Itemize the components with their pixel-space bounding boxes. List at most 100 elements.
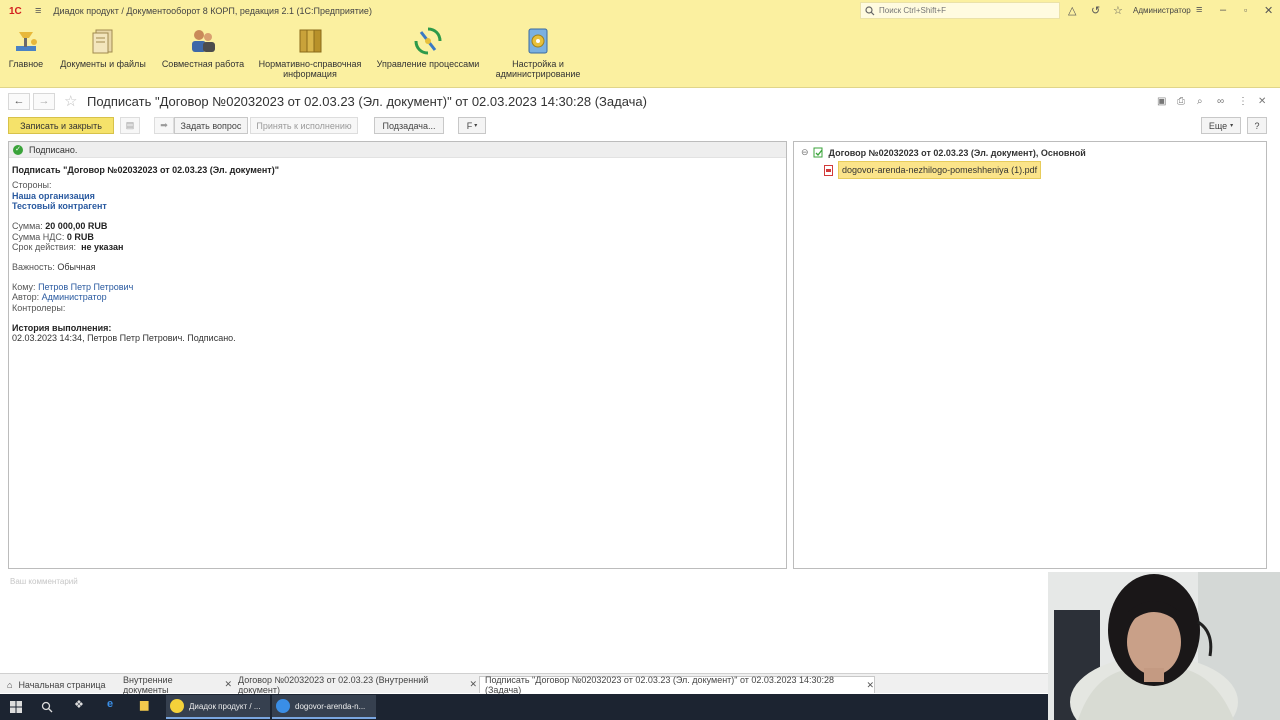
- sections-panel: Главное Документы и файлы Совместная раб…: [0, 22, 1280, 88]
- document-tree-node[interactable]: ⊖ Договор №02032023 от 02.03.23 (Эл. док…: [801, 147, 1086, 158]
- current-user[interactable]: Администратор: [1133, 6, 1191, 15]
- accept-button[interactable]: Принять к исполнению: [250, 117, 358, 134]
- section-admin[interactable]: Настройка и администрирование: [490, 26, 586, 79]
- back-button[interactable]: ←: [8, 93, 30, 110]
- task-view-icon[interactable]: ❖: [74, 698, 84, 711]
- section-documents[interactable]: Документы и файлы: [60, 26, 146, 69]
- section-label: Управление процессами: [376, 59, 480, 69]
- settings-admin-icon: [528, 28, 548, 54]
- search-icon: [865, 5, 875, 15]
- importance-value: Обычная: [57, 262, 96, 273]
- close-form-icon[interactable]: ✕: [1258, 96, 1266, 107]
- processes-icon: [414, 27, 442, 55]
- section-reference[interactable]: Нормативно-справочная информация: [258, 26, 362, 79]
- webcam-overlay: [1048, 572, 1280, 720]
- os-taskbar: ❖ e ▆ Диадок продукт / ... dogovor-arend…: [0, 694, 1048, 720]
- document-link-icon: [813, 147, 823, 158]
- favorite-star-icon[interactable]: ☆: [64, 92, 77, 110]
- more-label: Еще: [1208, 120, 1228, 131]
- more-button[interactable]: Еще ▾: [1201, 117, 1241, 134]
- close-tab-icon[interactable]: ✕: [866, 680, 874, 691]
- link-icon[interactable]: ∞: [1217, 96, 1224, 107]
- chevron-down-icon: ▾: [1230, 123, 1234, 129]
- parties-label: Стороны:: [12, 180, 52, 191]
- to-label: Кому:: [12, 282, 36, 293]
- help-button[interactable]: ?: [1247, 117, 1267, 134]
- window-tab-label: Внутренние документы: [123, 674, 173, 695]
- print-icon[interactable]: ⎙: [1177, 96, 1185, 107]
- browser-app-icon: [276, 699, 290, 713]
- section-main[interactable]: Главное: [6, 26, 46, 69]
- history-entry: 02.03.2023 14:34, Петров Петр Петрович. …: [12, 333, 236, 344]
- task-details-pane: ✓ Подписано. Подписать "Договор №0203202…: [8, 141, 787, 569]
- find-icon[interactable]: ⌕: [1197, 96, 1203, 107]
- section-processes[interactable]: Управление процессами: [376, 26, 480, 69]
- open-windows-bar: ⌂ Начальная страница Внутренние документ…: [0, 673, 1048, 695]
- 1c-app-icon: [170, 699, 184, 713]
- more-vertical-icon[interactable]: ⋮: [1238, 96, 1248, 107]
- subtask-button[interactable]: Подзадача...: [374, 117, 444, 134]
- taskbar-app-browser[interactable]: dogovor-arenda-n...: [272, 695, 376, 719]
- maximize-icon[interactable]: ▫: [1244, 5, 1247, 15]
- vat-line: Сумма НДС: 0 RUB: [12, 232, 786, 242]
- window-tab-label: Подписать "Договор №02032023 от 02.03.23…: [485, 675, 834, 695]
- importance-label: Важность:: [12, 262, 55, 273]
- forward-button[interactable]: →: [33, 93, 55, 110]
- window-tab-contract[interactable]: Договор №02032023 от 02.03.23 (Внутренни…: [233, 675, 477, 695]
- party-link[interactable]: Тестовый контрагент: [12, 201, 786, 211]
- author-label: Автор:: [12, 292, 40, 303]
- presenter-video-image: [1048, 572, 1280, 720]
- history-label: История выполнения:: [12, 322, 112, 333]
- attached-file-name[interactable]: dogovor-arenda-nezhilogo-pomeshheniya (1…: [838, 161, 1042, 179]
- window-tab-sign-task[interactable]: Подписать "Договор №02032023 от 02.03.23…: [479, 675, 875, 695]
- arrow-right-icon: ➡: [160, 120, 168, 130]
- save-icon[interactable]: ▣: [1157, 96, 1166, 107]
- file-explorer-icon[interactable]: ▆: [140, 698, 148, 711]
- search-icon[interactable]: [41, 701, 53, 713]
- section-label: Настройка и администрирование: [495, 59, 581, 79]
- close-tab-icon[interactable]: ✕: [469, 679, 477, 690]
- edge-browser-icon[interactable]: e: [107, 698, 113, 710]
- section-collaboration[interactable]: Совместная работа: [160, 26, 246, 69]
- close-tab-icon[interactable]: ✕: [224, 679, 232, 690]
- window-tab-internal-docs[interactable]: Внутренние документы ✕: [118, 674, 232, 695]
- main-menu-icon[interactable]: ≡: [35, 5, 41, 17]
- form-header: ← → ☆ Подписать "Договор №02032023 от 02…: [0, 89, 1280, 115]
- party-link[interactable]: Наша организация: [12, 191, 786, 201]
- favorites-icon[interactable]: ☆: [1113, 4, 1123, 17]
- comment-input[interactable]: [8, 575, 1048, 667]
- task-content: Подписать "Договор №02032023 от 02.03.23…: [9, 158, 786, 344]
- form-toolbar: Записать и закрыть ▤ ➡ Задать вопрос При…: [0, 115, 1280, 137]
- window-tab-home[interactable]: ⌂ Начальная страница: [2, 676, 114, 693]
- search-input[interactable]: [879, 6, 1049, 15]
- check-icon: ✓: [13, 144, 23, 155]
- history-icon[interactable]: ↺: [1091, 4, 1100, 17]
- ask-question-button[interactable]: Задать вопрос: [174, 117, 248, 134]
- pdf-file-icon: [824, 164, 833, 176]
- windows-start-icon[interactable]: [10, 701, 22, 713]
- window-tab-label: Начальная страница: [18, 679, 106, 690]
- flag-button[interactable]: F ▾: [458, 117, 486, 134]
- document-tree-title: Договор №02032023 от 02.03.23 (Эл. докум…: [828, 147, 1086, 158]
- forward-task-button[interactable]: ➡: [154, 117, 174, 134]
- status-text: Подписано.: [29, 144, 78, 155]
- author-link[interactable]: Администратор: [42, 292, 107, 302]
- term-label: Срок действия:: [12, 242, 77, 253]
- document-button[interactable]: ▤: [120, 117, 140, 134]
- flag-icon: F: [466, 120, 473, 131]
- close-window-icon[interactable]: ✕: [1264, 4, 1273, 17]
- minimize-icon[interactable]: –: [1220, 4, 1226, 16]
- global-search[interactable]: [860, 2, 1060, 19]
- save-and-close-button[interactable]: Записать и закрыть: [8, 117, 114, 134]
- vat-label: Сумма НДС:: [12, 231, 65, 242]
- assignee-link[interactable]: Петров Петр Петрович: [38, 282, 133, 292]
- home-icon: ⌂: [7, 679, 13, 690]
- section-label: Совместная работа: [161, 59, 245, 69]
- document-icon: ▤: [125, 120, 135, 130]
- settings-icon[interactable]: ≡: [1196, 4, 1202, 16]
- attached-file-row[interactable]: dogovor-arenda-nezhilogo-pomeshheniya (1…: [824, 161, 1042, 179]
- notifications-icon[interactable]: △: [1068, 4, 1076, 17]
- collapse-icon[interactable]: ⊖: [801, 147, 809, 158]
- section-label: Документы и файлы: [60, 59, 146, 69]
- taskbar-app-1c[interactable]: Диадок продукт / ...: [166, 695, 270, 719]
